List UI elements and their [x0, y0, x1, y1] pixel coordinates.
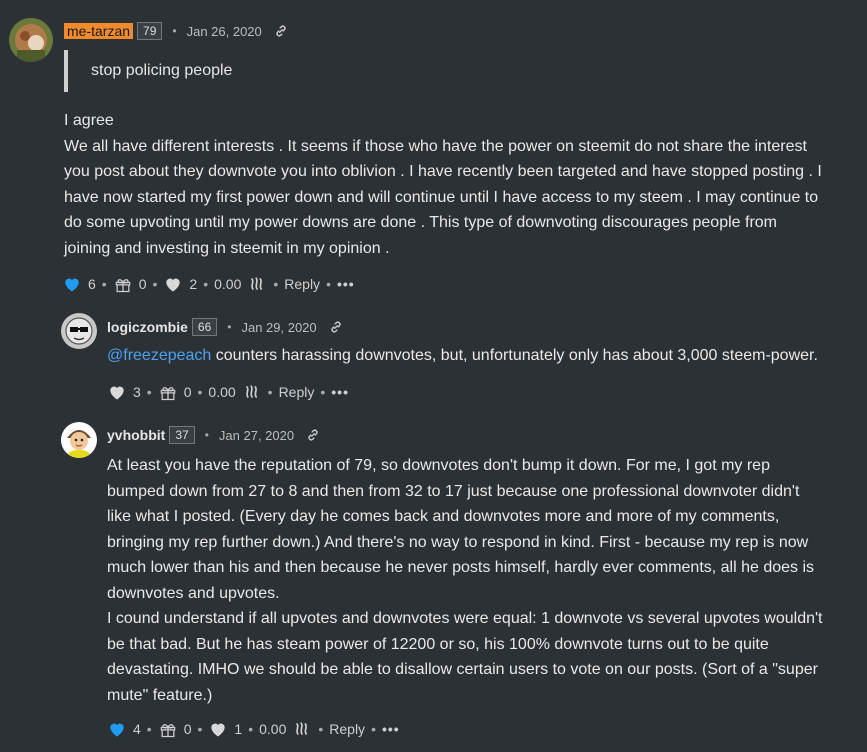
body-line: joining and investing in steemit in my o…	[64, 239, 390, 257]
body-line: At least you have the reputation of 79, …	[107, 457, 770, 474]
author-name[interactable]: yvhobbit	[107, 427, 165, 443]
payout-value[interactable]: 0.00	[259, 721, 286, 737]
broken-heart-icon[interactable]	[208, 719, 228, 739]
separator: •	[318, 721, 324, 737]
body-line: you post about they downvote you into ob…	[64, 163, 822, 180]
downvote-count[interactable]: 1	[234, 721, 242, 737]
separator: •	[203, 276, 209, 292]
upvote-count[interactable]: 4	[133, 721, 141, 737]
comment-body: I agree We all have different interests …	[64, 108, 864, 261]
body-text: counters harassing downvotes, but, unfor…	[211, 347, 818, 364]
separator: •	[101, 276, 107, 292]
comment-actions: 3 • 0 • 0.00 • Reply • •••	[107, 380, 349, 404]
gift-count[interactable]: 0	[184, 384, 192, 400]
separator: •	[197, 721, 203, 737]
comment-date[interactable]: Jan 29, 2020	[241, 320, 316, 335]
heart-icon[interactable]	[62, 274, 82, 294]
quote-text: stop policing people	[91, 62, 233, 79]
steem-icon	[245, 385, 257, 398]
body-line: downvotes and upvotes.	[107, 584, 280, 602]
body-line: be that bad. But he has steam power of 1…	[107, 635, 769, 653]
comment-actions: 6 • 0 • 2 • 0.00 • Reply • •••	[62, 272, 355, 296]
body-line: do some upvoting until my power downs ar…	[64, 214, 777, 231]
separator: •	[371, 721, 376, 737]
separator: •	[227, 320, 232, 334]
avatar[interactable]	[61, 313, 97, 349]
more-options-button[interactable]: •••	[337, 276, 355, 292]
upvote-count[interactable]: 3	[133, 384, 141, 400]
gift-icon[interactable]	[158, 382, 178, 402]
reply-button[interactable]: Reply	[284, 276, 320, 292]
gift-icon[interactable]	[158, 719, 178, 739]
reputation-badge: 37	[169, 426, 195, 444]
avatar[interactable]	[9, 18, 53, 62]
link-icon[interactable]	[306, 428, 320, 442]
body-line: like what I posted. (Every day he comes …	[107, 508, 780, 525]
comment-body: @freezepeach counters harassing downvote…	[107, 343, 857, 369]
separator: •	[197, 384, 203, 400]
comment-body: At least you have the reputation of 79, …	[107, 453, 862, 708]
heart-icon[interactable]	[107, 382, 127, 402]
separator: •	[320, 384, 326, 400]
separator: •	[146, 384, 152, 400]
body-line: bumped down from 27 to 8 and then from 3…	[107, 482, 800, 500]
separator: •	[172, 24, 177, 38]
user-mention-link[interactable]: @freezepeach	[107, 347, 211, 364]
body-line: mute" feature.)	[107, 686, 213, 704]
downvote-count[interactable]: 2	[189, 276, 197, 292]
upvote-count[interactable]: 6	[88, 276, 96, 292]
broken-heart-icon[interactable]	[163, 274, 183, 294]
separator: •	[248, 721, 254, 737]
comment-date[interactable]: Jan 27, 2020	[219, 428, 294, 443]
steem-icon	[251, 277, 263, 290]
separator: •	[204, 428, 209, 442]
comment-yvhobbit: yvhobbit 37 • Jan 27, 2020 At least you …	[0, 410, 867, 752]
link-icon[interactable]	[274, 24, 288, 38]
payout-value[interactable]: 0.00	[208, 384, 235, 400]
body-line: devastating. IMHO we should be able to d…	[107, 661, 818, 678]
separator: •	[326, 276, 331, 292]
gift-icon[interactable]	[113, 274, 133, 294]
more-options-button[interactable]: •••	[382, 721, 400, 737]
body-line: I agree	[64, 112, 114, 129]
body-line: much lower than his and then because he …	[107, 559, 815, 576]
body-line: bringing my rep further down.) And there…	[107, 533, 809, 551]
comment-logiczombie: logiczombie 66 • Jan 29, 2020 @freezepea…	[0, 300, 867, 410]
more-options-button[interactable]: •••	[331, 384, 349, 400]
body-line: We all have different interests . It see…	[64, 137, 807, 155]
author-name[interactable]: me-tarzan	[64, 23, 134, 39]
steem-icon	[296, 722, 308, 735]
reply-button[interactable]: Reply	[279, 384, 315, 400]
link-icon[interactable]	[329, 320, 343, 334]
comment-date[interactable]: Jan 26, 2020	[187, 24, 262, 39]
payout-value[interactable]: 0.00	[214, 276, 241, 292]
blockquote: stop policing people	[64, 50, 232, 92]
reputation-badge: 79	[137, 22, 163, 40]
author-name[interactable]: logiczombie	[107, 319, 188, 335]
body-line: I cound understand if all upvotes and do…	[107, 610, 823, 627]
separator: •	[146, 721, 152, 737]
body-line: have now started my first power down and…	[64, 188, 819, 206]
avatar[interactable]	[61, 422, 97, 458]
separator: •	[267, 384, 273, 400]
reputation-badge: 66	[191, 318, 218, 336]
reply-button[interactable]: Reply	[329, 721, 365, 737]
separator: •	[273, 276, 279, 292]
separator: •	[152, 276, 158, 292]
heart-icon[interactable]	[107, 719, 127, 739]
comment-me-tarzan: me-tarzan 79 • Jan 26, 2020 stop policin…	[0, 0, 867, 300]
gift-count[interactable]: 0	[139, 276, 147, 292]
gift-count[interactable]: 0	[184, 721, 192, 737]
comment-actions: 4 • 0 • 1 • 0.00 • Reply • •••	[107, 717, 400, 741]
